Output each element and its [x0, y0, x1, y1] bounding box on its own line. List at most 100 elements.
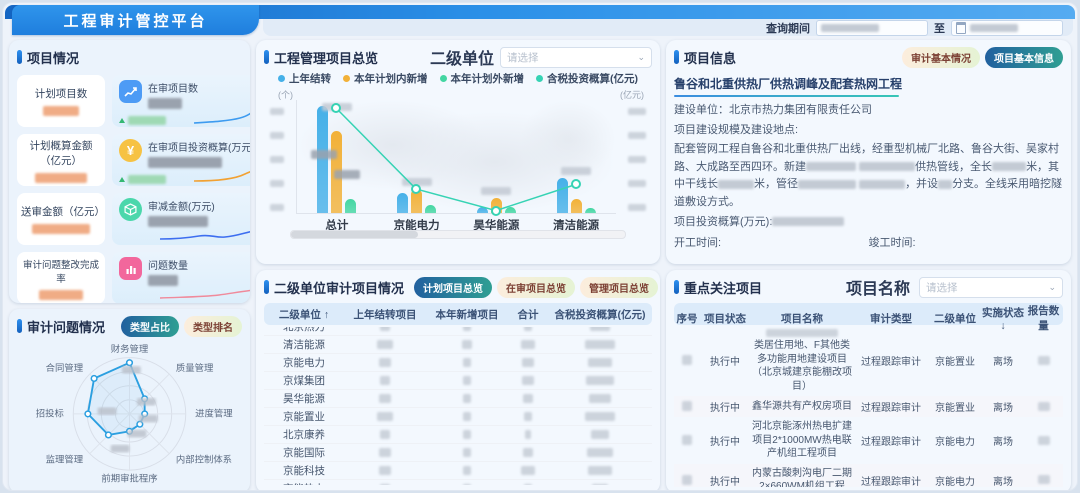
unit-name: 北京康养 — [264, 427, 344, 442]
col-unit[interactable]: 二级单位 ↑ — [264, 307, 344, 322]
col-impl-status[interactable]: 实施状态 ↓ — [982, 305, 1024, 332]
kpi-card-planned-projects: 计划项目数 — [17, 75, 105, 127]
bar-chart: (个) (亿元) 总计京能电力昊华能源清洁能源 — [264, 88, 652, 240]
table-row[interactable]: 执行中类居住用地、F其他类多功能用地建设项目（北京城建京能棚改项目）过程跟踪审计… — [674, 325, 1063, 396]
blurred-value — [591, 430, 609, 439]
sparkline — [193, 109, 250, 125]
yen-icon: ¥ — [119, 139, 142, 162]
tab-planned-overview[interactable]: 计划项目总览 — [414, 277, 492, 298]
start-time-label: 开工时间: — [674, 234, 869, 250]
date-end-input[interactable] — [951, 20, 1063, 36]
table-row[interactable]: 执行中内蒙古酸刺沟电厂二期2×660WM机组工程过程跟踪审计京能电力离场 — [674, 464, 1063, 488]
blurred-value — [463, 430, 471, 439]
panel-title: 工程管理项目总览 — [274, 48, 378, 67]
line-point[interactable] — [571, 179, 581, 189]
blurred-value — [590, 327, 610, 331]
project-name: 鲁谷和北重供热厂供热调峰及配套热网工程 — [674, 75, 1063, 92]
blurred-value — [35, 173, 87, 183]
col-new: 本年新增项目 — [426, 307, 508, 322]
scrollbar-thumb[interactable] — [291, 231, 418, 238]
project-name-select[interactable]: 请选择 ⌄ — [919, 277, 1063, 298]
blurred-report-count — [1024, 435, 1063, 446]
tab-managed-overview[interactable]: 管理项目总览 — [580, 277, 658, 298]
tab-inaudit-overview[interactable]: 在审项目总览 — [497, 277, 575, 298]
blurred-seq — [674, 401, 700, 412]
project-name-filter-label: 项目名称 — [846, 275, 910, 299]
line-point[interactable] — [491, 206, 501, 216]
blurred-value — [522, 358, 534, 367]
table-body[interactable]: 北京热力清洁能源京能电力京煤集团昊华能源京能置业北京康养京能国际京能科技京能热力 — [264, 327, 652, 485]
radar-axis-label: 质量管理 — [176, 362, 214, 373]
table-row[interactable]: 京能置业 — [264, 408, 652, 426]
kpi-card-projects-under-audit: 在审项目数 — [112, 75, 250, 127]
panel-title: 二级单位审计项目情况 — [274, 278, 404, 297]
line-point[interactable] — [331, 103, 341, 113]
unit-filter-label: 二级单位 — [430, 45, 494, 69]
table-row[interactable]: 北京康养 — [264, 426, 652, 444]
tab-project-basic[interactable]: 项目基本信息 — [985, 47, 1063, 68]
table-row[interactable]: 京能热力 — [264, 480, 652, 485]
bar-chart-icon — [119, 257, 142, 280]
blurred-value — [379, 394, 391, 403]
unit-audit-panel: 二级单位审计项目情况 计划项目总览 在审项目总览 管理项目总览 二级单位 ↑ 上… — [256, 270, 660, 491]
unit-filter-select[interactable]: 请选择 ⌄ — [500, 47, 652, 68]
scope-paragraph: 配套管网工程自鲁谷和北重供热厂出线，经重型机械厂北路、鲁谷大街、吴家村路、大成路… — [674, 141, 1063, 211]
audit-type: 过程跟踪审计 — [854, 353, 928, 368]
table-row[interactable]: 执行中河北京能涿州热电扩建项目2*1000MW热电联产机组工程项目过程跟踪审计京… — [674, 417, 1063, 464]
to-label: 至 — [934, 20, 945, 36]
blurred-date-value — [970, 24, 1018, 32]
table-row[interactable]: 北京热力 — [264, 327, 652, 336]
radar-point[interactable] — [106, 432, 112, 438]
blurred-report-count — [1024, 401, 1063, 412]
table-header: 二级单位 ↑ 上年结转项目 本年新增项目 合计 含税投资概算(亿元) — [264, 303, 652, 325]
kpi-card-rectification-rate: 审计问题整改完成率 — [17, 252, 105, 303]
table-row[interactable]: 昊华能源 — [264, 390, 652, 408]
radar-point[interactable] — [127, 360, 133, 366]
title-marker — [17, 319, 22, 333]
legend-dot — [536, 75, 543, 82]
blurred-value — [462, 340, 472, 349]
secondary-unit: 京能电力 — [928, 473, 982, 488]
audit-issues-panel: 审计问题情况 类型占比 类型排名 财务管理质量管理进度管理内部控制体系前期审批程… — [9, 309, 250, 491]
blurred-value — [463, 376, 471, 385]
col-carryover: 上年结转项目 — [344, 307, 426, 322]
table-row[interactable]: 执行中鑫华源共有产权房项目过程跟踪审计京能置业离场 — [674, 396, 1063, 417]
col-status: 项目状态 — [700, 311, 750, 326]
sparkline — [159, 286, 250, 300]
radar-axis-label: 财务管理 — [111, 343, 149, 354]
axis-unit-right: (亿元) — [620, 88, 644, 101]
table-row[interactable]: 京能国际 — [264, 444, 652, 462]
project-name: 类居住用地、F其他类多功能用地建设项目（北京城建京能棚改项目） — [750, 328, 854, 393]
title-marker — [264, 280, 269, 294]
table-row[interactable]: 清洁能源 — [264, 336, 652, 354]
secondary-unit: 京能置业 — [928, 353, 982, 368]
impl-status: 离场 — [982, 473, 1024, 488]
chart-scrollbar[interactable] — [290, 230, 626, 239]
unit-name: 北京热力 — [264, 327, 344, 334]
gradient-underline — [674, 95, 899, 97]
radar-axis-label: 前期审批程序 — [101, 472, 157, 483]
unit-name: 京煤集团 — [264, 373, 344, 388]
col-audit-type: 审计类型 — [854, 311, 928, 326]
project-status: 执行中 — [700, 353, 750, 368]
tab-audit-basic[interactable]: 审计基本情况 — [902, 47, 980, 68]
sparkline — [193, 168, 250, 184]
radar-point[interactable] — [85, 411, 91, 417]
table-row[interactable]: 京煤集团 — [264, 372, 652, 390]
blurred-value — [463, 484, 471, 485]
table-body[interactable]: 执行中类居住用地、F其他类多功能用地建设项目（北京城建京能棚改项目）过程跟踪审计… — [674, 325, 1063, 487]
radar-point[interactable] — [91, 376, 97, 382]
line-point[interactable] — [411, 184, 421, 194]
col-unit: 二级单位 — [928, 311, 982, 326]
query-toolbar: 查询期间 至 — [263, 19, 1073, 36]
table-row[interactable]: 京能科技 — [264, 462, 652, 480]
tab-type-ratio[interactable]: 类型占比 — [121, 316, 179, 337]
blurred-value — [524, 412, 532, 421]
table-row[interactable]: 京能电力 — [264, 354, 652, 372]
blurred-value — [148, 275, 178, 286]
blurred-value — [148, 98, 182, 109]
date-start-input[interactable] — [816, 20, 928, 36]
radar-axis-label: 内部控制体系 — [176, 453, 232, 464]
tab-type-ranking[interactable]: 类型排名 — [184, 316, 242, 337]
up-triangle-icon — [119, 118, 125, 123]
